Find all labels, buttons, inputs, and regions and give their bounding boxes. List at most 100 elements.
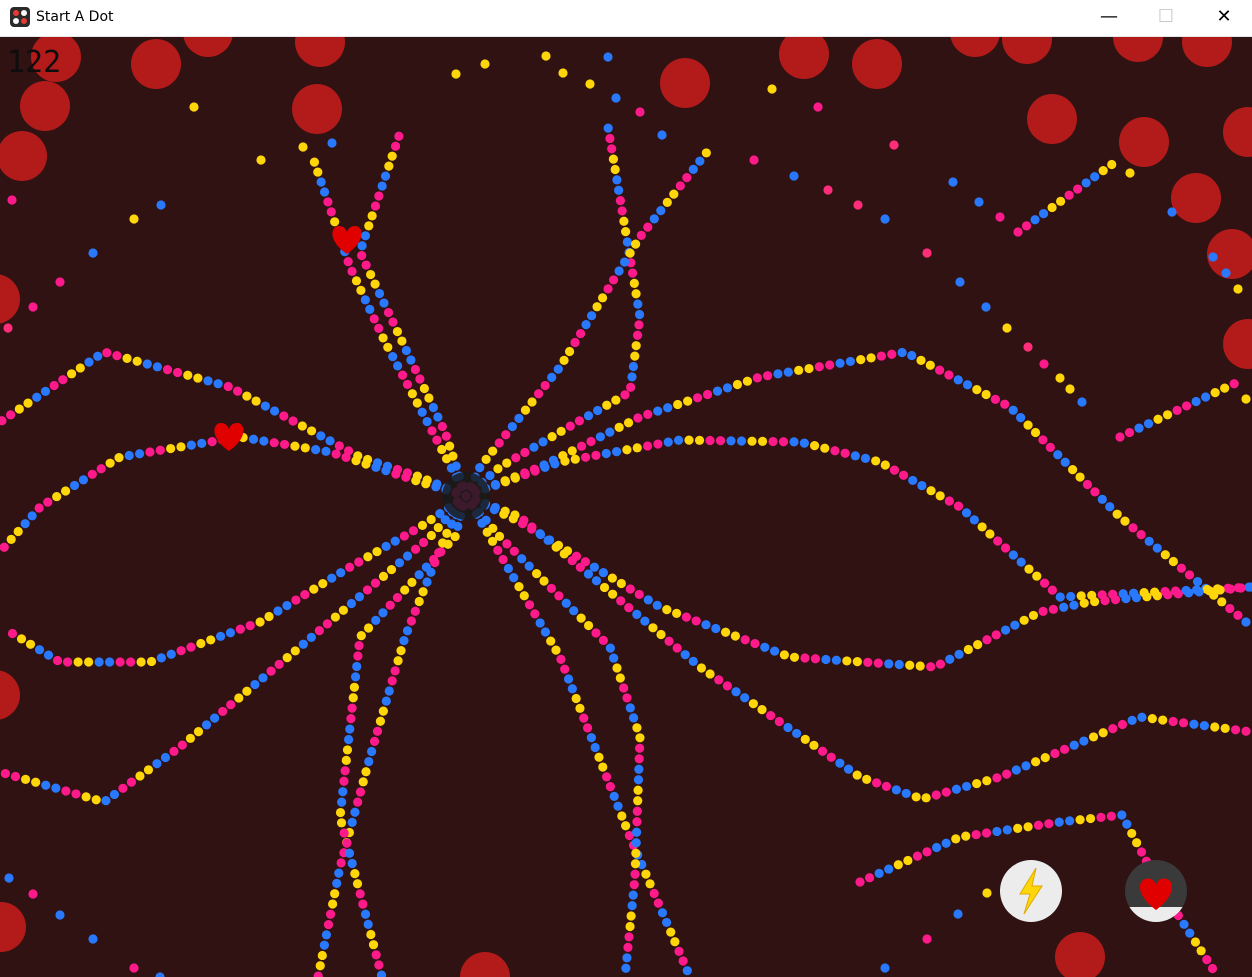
trail-dot — [752, 373, 762, 383]
lightning-icon — [1019, 867, 1043, 915]
trail-dot — [705, 435, 715, 446]
trail-dot — [701, 620, 711, 630]
heart-powerup-button[interactable] — [1125, 860, 1187, 922]
trail-dot — [1002, 769, 1012, 779]
trail-dot — [1147, 714, 1157, 724]
trail-dot — [543, 535, 553, 546]
trail-dot — [387, 676, 397, 686]
trail-dot — [1184, 588, 1194, 598]
trail-dot — [364, 221, 374, 231]
trail-dot — [407, 577, 417, 587]
trail-dot — [632, 443, 642, 453]
trail-dot — [985, 529, 995, 539]
trail-dot — [176, 646, 186, 656]
trail-dot — [547, 372, 557, 382]
trail-dot — [750, 638, 760, 649]
trail-dot — [1056, 196, 1066, 206]
trail-dot — [509, 572, 519, 583]
trail-dot — [571, 693, 581, 704]
trail-dot — [1106, 811, 1116, 821]
trail-dot — [101, 796, 111, 806]
trail-dot — [682, 966, 692, 976]
trail-dot — [385, 600, 395, 610]
trail-dot — [1000, 399, 1010, 409]
lightning-powerup-button[interactable] — [1000, 860, 1062, 922]
trail-dot — [339, 828, 349, 838]
minimize-button[interactable]: — — [1086, 0, 1132, 36]
trail-dot — [112, 350, 122, 361]
trail-dot — [696, 663, 707, 673]
trail-dot — [91, 795, 101, 805]
stray-dot — [955, 277, 965, 287]
trail-dot — [561, 598, 571, 608]
trail-dot — [615, 195, 625, 206]
trail-dot — [634, 320, 644, 330]
close-button[interactable]: ✕ — [1201, 0, 1247, 36]
trail-dot — [344, 848, 355, 858]
trail-dot — [406, 355, 416, 365]
trail-dot — [643, 222, 653, 232]
trail-dot — [223, 381, 233, 392]
trail-dot — [1047, 202, 1057, 213]
trail-dot — [982, 776, 992, 786]
trail-dot — [619, 683, 629, 693]
trail-dot — [783, 722, 793, 733]
trail-dot — [610, 164, 620, 175]
trail-dot — [1120, 516, 1130, 526]
trail-dot — [894, 659, 904, 670]
trail-dot — [631, 341, 641, 351]
trail-dot — [1097, 494, 1107, 504]
trail-dot — [673, 399, 683, 410]
trail-dot — [1201, 392, 1211, 402]
trail-dot — [953, 501, 964, 511]
trail-dot — [678, 956, 688, 966]
trail-dot — [625, 703, 635, 713]
stray-dot — [298, 142, 308, 152]
trail-dot — [590, 742, 600, 753]
trail-dot — [613, 801, 623, 811]
trail-dot — [864, 873, 875, 883]
trail-dot — [1127, 715, 1137, 725]
trail-dot — [226, 700, 236, 710]
trail-dot — [84, 657, 94, 667]
trail-dot — [498, 554, 508, 565]
stray-dot — [657, 130, 667, 140]
trail-dot — [1163, 590, 1173, 600]
trail-dot — [760, 642, 770, 652]
stray-dot — [853, 200, 863, 210]
trail-dot — [662, 197, 672, 207]
trail-dot — [485, 470, 495, 481]
trail-dot — [383, 307, 394, 318]
game-canvas[interactable]: 122 — [0, 37, 1252, 977]
trail-dot — [415, 374, 425, 384]
trail-dot — [1055, 592, 1065, 602]
trail-dot — [481, 454, 491, 464]
trail-dot — [632, 817, 642, 827]
trail-dot — [1143, 419, 1154, 429]
trail-dot — [306, 632, 316, 643]
trail-dot — [1090, 487, 1100, 497]
trail-dot — [493, 464, 503, 474]
trail-dot — [490, 502, 500, 513]
trail-dot — [453, 521, 463, 532]
trail-dot — [876, 351, 887, 361]
trail-dot — [1065, 816, 1075, 826]
trail-dot — [386, 564, 397, 575]
trail-dot — [1191, 396, 1201, 407]
trail-dot — [912, 851, 923, 861]
trail-dot — [351, 456, 361, 466]
trail-dot — [58, 375, 68, 385]
trail-dot — [688, 164, 698, 175]
trail-dot — [348, 693, 358, 703]
trail-dot — [935, 659, 946, 669]
trail-dot — [954, 649, 964, 659]
trail-dot — [282, 600, 292, 611]
trail-dot — [694, 435, 705, 445]
trail-dot — [365, 304, 375, 314]
trail-dot — [1030, 215, 1040, 225]
trail-dot — [565, 421, 575, 431]
trail-dot — [1176, 563, 1187, 573]
trail-dot — [381, 541, 391, 551]
maximize-button[interactable]: ☐ — [1143, 0, 1189, 36]
trail-dot — [20, 519, 30, 529]
